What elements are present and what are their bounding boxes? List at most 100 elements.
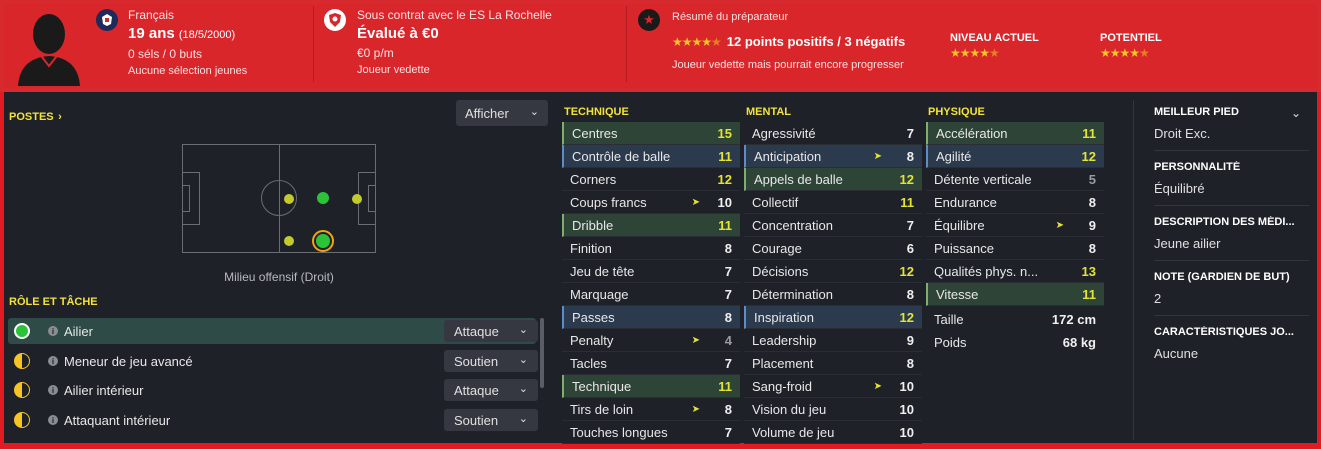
duty-select[interactable]: Soutien ⌄ [444, 409, 538, 431]
attribute-name: Volume de jeu [752, 424, 835, 440]
attribute-row[interactable]: Finition 8 [562, 237, 740, 260]
attribute-row[interactable]: Décisions 12 [744, 260, 922, 283]
attribute-row[interactable]: Placement 8 [744, 352, 922, 375]
attribute-row[interactable]: Détermination 8 [744, 283, 922, 306]
attribute-row[interactable]: Agilité 12 [926, 145, 1104, 168]
attribute-row[interactable]: Endurance 8 [926, 191, 1104, 214]
role-row-attaquant-interieur[interactable]: i Attaquant intérieur Soutien ⌄ [8, 407, 538, 433]
attribute-name: Agressivité [752, 125, 816, 141]
coach-report-icon[interactable]: ★ [638, 9, 660, 31]
club-crest-icon[interactable] [324, 9, 346, 31]
info-icon[interactable]: i [48, 356, 58, 366]
attribute-row[interactable]: Vitesse 11 [926, 283, 1104, 306]
report-comment: Joueur vedette mais pourrait encore prog… [672, 59, 904, 71]
attribute-row[interactable]: Centres 15 [562, 122, 740, 145]
attribute-row[interactable]: Puissance 8 [926, 237, 1104, 260]
player-traits: CARACTÉRISTIQUES JO... Aucune [1154, 326, 1309, 361]
attribute-row[interactable]: Contrôle de balle 11 [562, 145, 740, 168]
role-row-ailier-interieur[interactable]: i Ailier intérieur Attaque ⌄ [8, 377, 538, 403]
weight-row: Poids 68 kg [926, 331, 1104, 354]
attribute-value: 10 [899, 424, 914, 440]
attribute-row[interactable]: Marquage 7 [562, 283, 740, 306]
nationality[interactable]: Français [128, 8, 247, 22]
header-divider [313, 6, 314, 82]
position-dot[interactable] [317, 192, 329, 204]
report-summary[interactable]: 12 points positifs / 3 négatifs [727, 32, 905, 52]
player-avatar-icon [18, 14, 80, 86]
preferred-foot[interactable]: MEILLEUR PIED Droit Exc. ⌄ [1154, 106, 1309, 141]
media-description-value: Jeune ailier [1154, 236, 1221, 251]
attribute-row[interactable]: Touches longues 7 [562, 421, 740, 444]
role-row-ailier[interactable]: i Ailier Attaque ⌄ [8, 318, 538, 344]
player-traits-title: CARACTÉRISTIQUES JO... [1154, 326, 1294, 338]
attribute-row[interactable]: Coups francs ➤ 10 [562, 191, 740, 214]
info-icon[interactable]: i [48, 385, 58, 395]
attribute-row[interactable]: Collectif 11 [744, 191, 922, 214]
attribute-name: Détente verticale [934, 171, 1032, 187]
attribute-value: 15 [717, 125, 732, 141]
panel-divider [1133, 100, 1134, 440]
trend-up-icon: ➤ [691, 334, 700, 346]
attribute-row[interactable]: Équilibre ➤ 9 [926, 214, 1104, 237]
show-button[interactable]: Afficher ⌄ [456, 100, 548, 126]
attribute-row[interactable]: Courage 6 [744, 237, 922, 260]
attribute-row[interactable]: Anticipation ➤ 8 [744, 145, 922, 168]
duty-select[interactable]: Soutien ⌄ [444, 350, 538, 372]
info-separator [1154, 315, 1309, 316]
attribute-name: Sang-froid [752, 378, 812, 394]
physique-attributes: Accélération 11 Agilité 12 Détente vertica… [926, 122, 1104, 354]
date-of-birth: (18/5/2000) [178, 29, 236, 41]
attribute-value: 8 [724, 401, 732, 417]
attribute-row[interactable]: Leadership 9 [744, 329, 922, 352]
attribute-value: 5 [1088, 171, 1096, 187]
age-line: 19 ans (18/5/2000) [128, 24, 247, 45]
attribute-row[interactable]: Agressivité 7 [744, 122, 922, 145]
contract-status[interactable]: Sous contrat avec le ES La Rochelle [357, 8, 552, 22]
chevron-down-icon[interactable]: ⌄ [1291, 106, 1301, 120]
attribute-row[interactable]: Détente verticale 5 [926, 168, 1104, 191]
attribute-row[interactable]: Corners 12 [562, 168, 740, 191]
attribute-row[interactable]: Qualités phys. n... 13 [926, 260, 1104, 283]
attribute-row[interactable]: Technique 11 [562, 375, 740, 398]
position-dot[interactable] [352, 194, 362, 204]
position-dot[interactable] [284, 236, 294, 246]
attribute-row[interactable]: Appels de balle 12 [744, 168, 922, 191]
media-description: DESCRIPTION DES MÉDI... Jeune ailier [1154, 216, 1309, 251]
attribute-value: 6 [906, 240, 914, 256]
selected-position-dot[interactable] [316, 234, 330, 248]
trend-up-icon: ➤ [873, 150, 882, 162]
attribute-row[interactable]: Volume de jeu 10 [744, 421, 922, 444]
attribute-name: Dribble [572, 217, 614, 233]
role-row-meneur[interactable]: i Meneur de jeu avancé Soutien ⌄ [8, 348, 538, 374]
attribute-row[interactable]: Vision du jeu 10 [744, 398, 922, 421]
info-icon[interactable]: i [48, 415, 58, 425]
player-header: Français 19 ans (18/5/2000) 0 séls / 0 b… [0, 0, 1321, 92]
technique-attributes: Centres 15 Contrôle de balle 11 Corners 12 … [562, 122, 740, 444]
attribute-row[interactable]: Tacles 7 [562, 352, 740, 375]
national-federation-icon[interactable] [96, 9, 118, 31]
attribute-value: 12 [717, 171, 732, 187]
attribute-row[interactable]: Penalty ➤ 4 [562, 329, 740, 352]
attribute-value: 11 [900, 194, 914, 210]
attribute-row[interactable]: Sang-froid ➤ 10 [744, 375, 922, 398]
attribute-row[interactable]: Passes 8 [562, 306, 740, 329]
attribute-row[interactable]: Accélération 11 [926, 122, 1104, 145]
attribute-row[interactable]: Jeu de tête 7 [562, 260, 740, 283]
roles-scrollbar[interactable] [540, 318, 544, 388]
position-dot[interactable] [284, 194, 294, 204]
height-value: 172 cm [1051, 312, 1096, 327]
show-button-label: Afficher [465, 105, 509, 121]
info-icon[interactable]: i [48, 326, 58, 336]
attribute-row[interactable]: Dribble 11 [562, 214, 740, 237]
attribute-row[interactable]: Tirs de loin ➤ 8 [562, 398, 740, 421]
pitch-goal-box-right [368, 185, 375, 212]
positions-header[interactable]: POSTES › [9, 107, 62, 125]
attribute-name: Endurance [934, 194, 997, 210]
wage: €0 p/m [357, 46, 394, 60]
attribute-name: Contrôle de balle [572, 148, 671, 164]
duty-select[interactable]: Attaque ⌄ [444, 320, 538, 342]
attribute-row[interactable]: Concentration 7 [744, 214, 922, 237]
duty-select[interactable]: Attaque ⌄ [444, 379, 538, 401]
attribute-name: Puissance [934, 240, 994, 256]
attribute-row[interactable]: Inspiration 12 [744, 306, 922, 329]
